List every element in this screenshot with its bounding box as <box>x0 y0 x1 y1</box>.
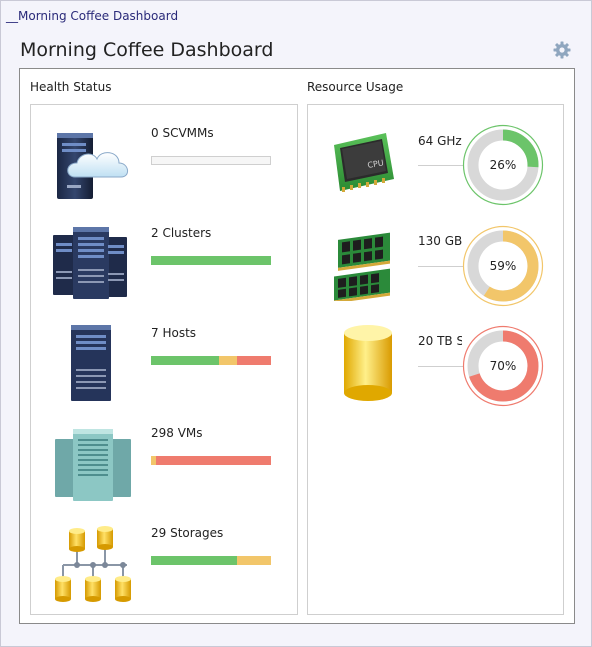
hosts-health-bar <box>151 356 271 365</box>
cpu-usage-percent: 26% <box>490 158 517 172</box>
clusters-count-label: 2 Clusters <box>151 226 212 240</box>
cpu-chip-icon: CPU <box>334 133 394 192</box>
clusters-health-bar <box>151 256 271 265</box>
storage-capacity-label: 20 TB Storage <box>418 334 462 348</box>
storage-leader-line <box>418 366 463 367</box>
health-bar-segment-critical <box>155 456 271 465</box>
cpu-usage-donut: 26% <box>462 124 544 206</box>
memory-usage-percent: 59% <box>490 259 517 273</box>
storage-usage-percent: 70% <box>490 359 517 373</box>
server-rack-icon <box>71 325 111 401</box>
hosts-count-label: 7 Hosts <box>151 326 197 340</box>
storages-count-label: 29 Storages <box>151 526 224 540</box>
vms-count-label: 298 VMs <box>151 426 203 440</box>
page-title: Morning Coffee Dashboard <box>20 39 274 61</box>
health-status-heading: Health Status <box>30 80 112 94</box>
memory-capacity-label: 130 GB Memory <box>418 234 462 248</box>
health-bar-segment-warning <box>219 356 238 365</box>
health-bar-segment-healthy <box>151 256 271 265</box>
health-bar-segment-warning <box>237 556 271 565</box>
cloud-server-icon <box>57 133 128 199</box>
cpu-leader-line <box>418 165 463 166</box>
storages-health-bar <box>151 556 271 565</box>
virtual-machines-icon <box>55 429 131 501</box>
scvmm-count-label: 0 SCVMMs <box>151 126 214 140</box>
dashboard-content: Health Status 0 SCVMMs 2 Clusters 7 Host… <box>19 68 575 624</box>
health-bar-segment-healthy <box>151 356 220 365</box>
gear-icon[interactable] <box>553 41 571 59</box>
scvmm-health-bar <box>151 156 271 165</box>
health-bar-segment-healthy <box>151 556 238 565</box>
server-cluster-icon <box>53 227 127 299</box>
health-status-panel: 0 SCVMMs 2 Clusters 7 Hosts 298 VMs 29 S… <box>30 104 298 615</box>
window-title: __Morning Coffee Dashboard <box>6 9 179 23</box>
dashboard-window: __Morning Coffee Dashboard Morning Coffe… <box>0 0 592 647</box>
resource-usage-heading: Resource Usage <box>307 80 404 94</box>
storage-usage-donut: 70% <box>462 325 544 407</box>
memory-leader-line <box>418 266 463 267</box>
resource-usage-panel: CPU 64 GHz CPU 26% <box>307 104 564 615</box>
storage-cylinder-icon <box>344 325 392 401</box>
storage-icon <box>55 526 131 602</box>
health-bar-segment-critical <box>237 356 271 365</box>
vms-health-bar <box>151 456 271 465</box>
cpu-capacity-label: 64 GHz CPU <box>418 134 462 148</box>
memory-usage-donut: 59% <box>462 225 544 307</box>
memory-module-icon <box>334 232 390 301</box>
